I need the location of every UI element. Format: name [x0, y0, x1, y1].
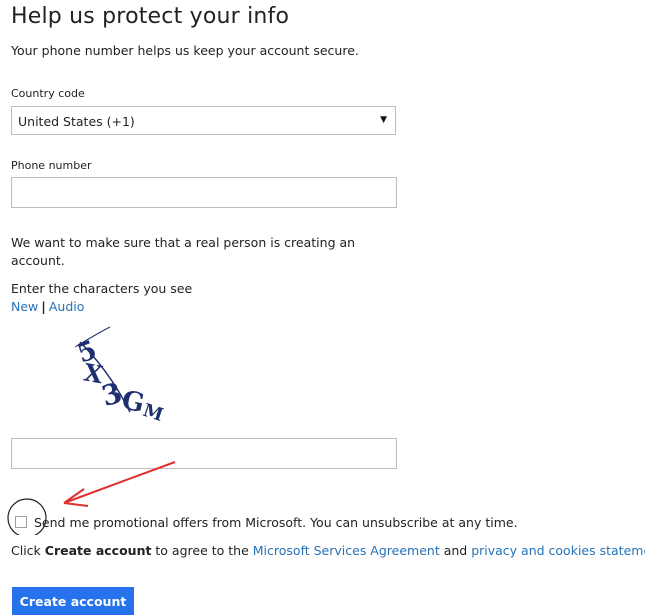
captcha-new-link[interactable]: New: [11, 299, 38, 314]
page-title: Help us protect your info: [11, 4, 290, 29]
dropdown-arrow-icon: ▼: [380, 115, 387, 125]
promo-checkbox-label: Send me promotional offers from Microsof…: [34, 515, 518, 530]
agreement-middle: to agree to the: [151, 543, 253, 558]
country-code-select[interactable]: United States (+1) ▼: [11, 106, 396, 135]
promo-checkbox[interactable]: [15, 516, 27, 528]
captcha-instruction: Enter the characters you see: [11, 281, 193, 296]
captcha-links: New | Audio: [11, 299, 84, 314]
captcha-audio-link[interactable]: Audio: [49, 299, 85, 314]
captcha-image: 5 X 3 G M: [73, 326, 166, 422]
agreement-and: and: [439, 543, 472, 558]
phone-number-label: Phone number: [11, 159, 92, 172]
agreement-button-ref: Create account: [44, 543, 152, 558]
page-subtitle: Your phone number helps us keep your acc…: [11, 43, 359, 58]
privacy-statement-link[interactable]: privacy and cookies statement: [471, 543, 645, 558]
services-agreement-link[interactable]: Microsoft Services Agreement: [253, 543, 440, 558]
agreement-prefix: Click: [11, 543, 45, 558]
country-code-value: United States (+1): [18, 114, 135, 129]
captcha-intro-text: We want to make sure that a real person …: [11, 235, 356, 268]
country-code-label: Country code: [11, 87, 85, 100]
captcha-link-separator: |: [41, 299, 46, 314]
agreement-text: Click Create account to agree to the Mic…: [11, 543, 645, 558]
create-account-button[interactable]: Create account: [12, 587, 134, 615]
phone-number-input[interactable]: [11, 177, 397, 208]
annotation-arrow-icon: [63, 461, 176, 504]
